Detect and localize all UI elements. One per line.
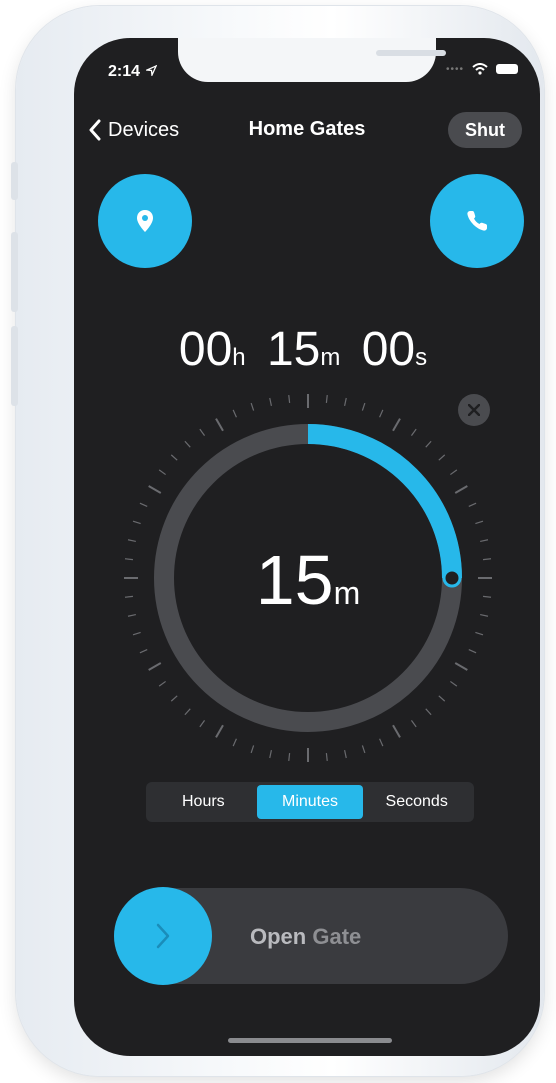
chevron-right-icon (156, 923, 170, 949)
dial-tick (148, 662, 162, 671)
dial-tick (438, 695, 446, 702)
dial-tick (215, 418, 224, 432)
dial-tick (139, 502, 148, 507)
slider-label-bold: Open (250, 924, 307, 949)
dial-tick (158, 469, 166, 476)
dial-tick (475, 631, 484, 636)
dial-tick (392, 418, 401, 432)
dial-tick (438, 454, 446, 461)
dial-tick (325, 394, 328, 404)
status-icons: •••• (446, 63, 518, 75)
dial-tick (269, 397, 272, 406)
dial-tick (450, 680, 458, 687)
speaker (376, 50, 446, 56)
clear-button[interactable] (458, 394, 490, 426)
status-time: 2:14 (108, 63, 158, 81)
dial-tick (425, 708, 432, 716)
dial-tick (132, 520, 141, 525)
slider-label: Open Gate (250, 924, 361, 950)
timer-minutes-unit: m (320, 344, 341, 371)
dial-tick (199, 428, 206, 436)
dial-tick (158, 680, 166, 687)
timer-hours-unit: h (232, 344, 246, 371)
dial-tick (361, 745, 366, 754)
location-arrow-icon (144, 64, 158, 78)
dial-tick (475, 520, 484, 525)
volume-up-button (11, 232, 18, 312)
wifi-icon (472, 63, 488, 75)
dial-tick (468, 502, 477, 507)
timer-seconds-unit: s (415, 344, 428, 371)
open-gate-slider: Open Gate (114, 887, 508, 985)
dial-value-unit: m (333, 575, 361, 611)
segment-seconds[interactable]: Seconds (363, 785, 470, 819)
signal-dots-icon: •••• (445, 63, 464, 75)
dial-tick (410, 428, 417, 436)
dial-tick (199, 720, 206, 728)
dial-tick (148, 485, 162, 494)
dial-tick (344, 397, 347, 406)
home-indicator[interactable] (228, 1038, 392, 1043)
dial-tick (232, 409, 237, 418)
timer-hours: 00 (178, 323, 233, 376)
dial-tick (139, 649, 148, 654)
dial-tick (361, 402, 366, 411)
status-time-text: 2:14 (108, 63, 141, 80)
phone-frame: 2:14 •••• Devices Home Gates Shut 00h 15… (11, 6, 544, 1076)
dial-tick (250, 745, 255, 754)
dial-tick (454, 662, 468, 671)
dial-tick (269, 750, 272, 759)
dial-tick (215, 724, 224, 738)
dial-tick (132, 631, 141, 636)
dial-value-number: 15 (255, 541, 334, 619)
dial-tick (344, 750, 347, 759)
nav-bar: Devices Home Gates Shut (74, 112, 540, 152)
slider-knob[interactable] (114, 887, 212, 985)
map-pin-icon (137, 210, 153, 232)
dial-tick (379, 409, 384, 418)
segment-minutes[interactable]: Minutes (256, 785, 364, 819)
dial-tick (379, 738, 384, 747)
shut-button[interactable]: Shut (448, 112, 522, 148)
dial-tick (170, 454, 178, 461)
dial-tick (288, 394, 291, 404)
dial-tick (288, 752, 291, 762)
unit-segmented-control: Hours Minutes Seconds (146, 782, 474, 822)
slider-label-rest: Gate (306, 924, 362, 949)
battery-icon (496, 64, 518, 74)
dial-tick (184, 708, 191, 716)
dial-tick (325, 752, 328, 762)
dial-tick (425, 440, 432, 448)
dial-tick (184, 440, 191, 448)
dial-tick (454, 485, 468, 494)
volume-down-button (11, 326, 18, 406)
call-button[interactable] (430, 174, 524, 268)
dial-tick (410, 720, 417, 728)
notch (178, 38, 446, 82)
dial-tick (232, 738, 237, 747)
dial-tick (450, 469, 458, 476)
close-icon (468, 404, 480, 416)
dial-tick (250, 402, 255, 411)
dial-tick (392, 724, 401, 738)
dial-tick (468, 649, 477, 654)
time-readout: 00h 15m 00s (74, 322, 540, 377)
dial-value: 15m (108, 540, 508, 620)
location-button[interactable] (98, 174, 192, 268)
mute-switch (11, 162, 18, 200)
timer-minutes: 15 (266, 323, 321, 376)
dial-tick (170, 695, 178, 702)
timer-seconds: 00 (361, 323, 416, 376)
phone-icon (467, 211, 487, 231)
timer-dial[interactable]: 15m (108, 378, 508, 778)
screen: 2:14 •••• Devices Home Gates Shut 00h 15… (74, 38, 540, 1056)
segment-hours[interactable]: Hours (150, 785, 257, 819)
